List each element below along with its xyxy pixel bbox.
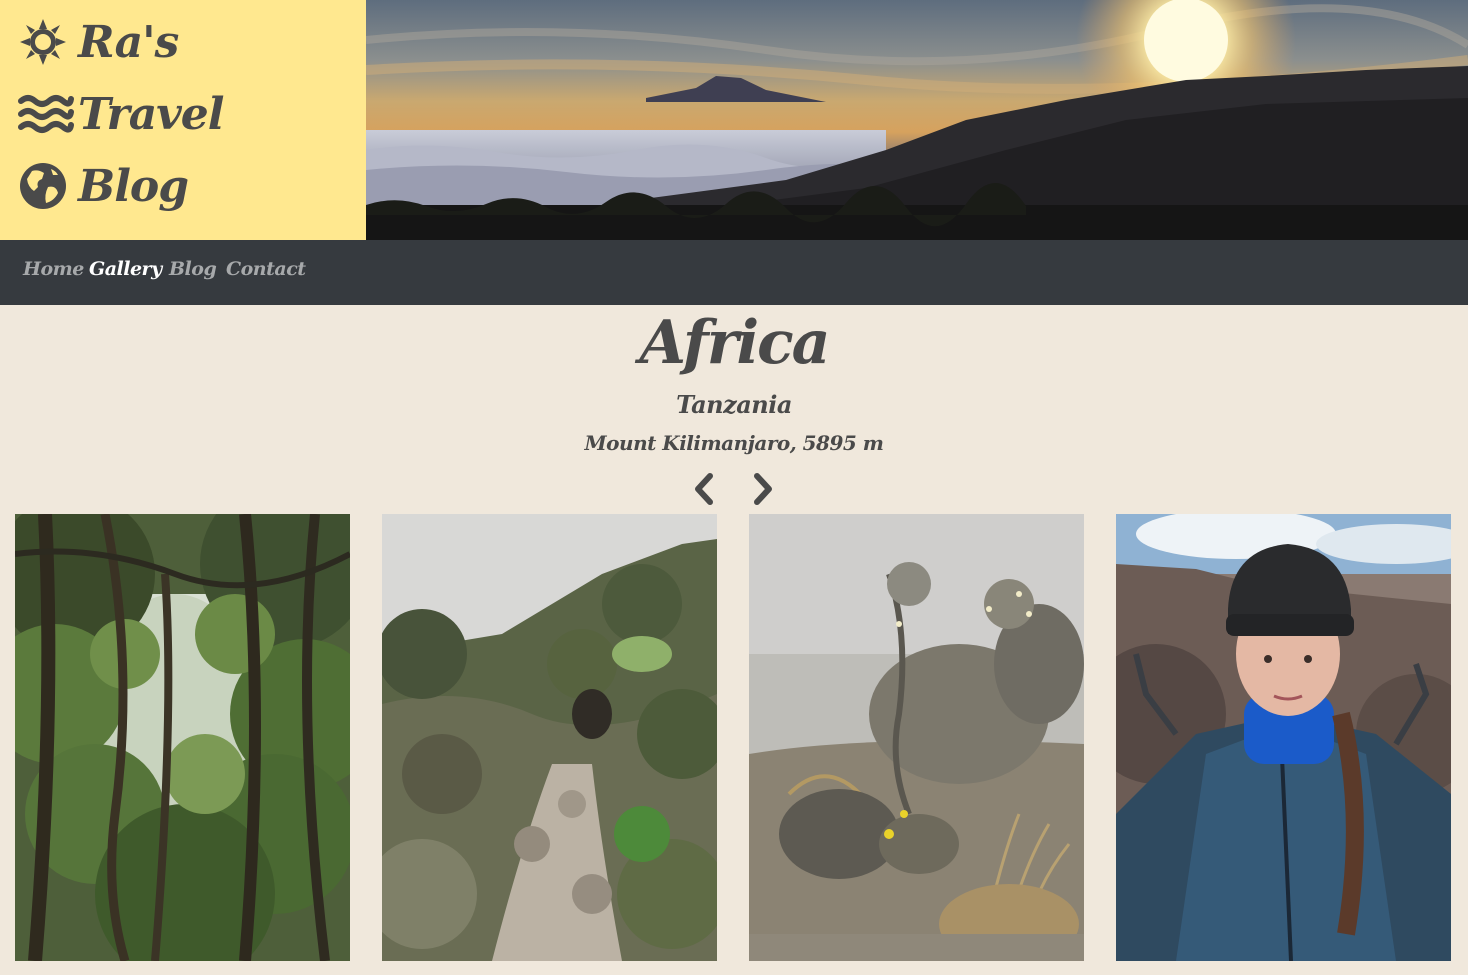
navbar: Home Gallery Blog Contact bbox=[0, 240, 1468, 305]
rainforest-photo[interactable] bbox=[15, 514, 350, 961]
brand-line-2-text: Travel bbox=[78, 88, 225, 140]
brand-line-blog: Blog bbox=[18, 154, 189, 218]
brand-line-travel: Travel bbox=[18, 82, 225, 146]
location-caption: Mount Kilimanjaro, 5895 m bbox=[584, 431, 884, 455]
nav-gallery[interactable]: Gallery bbox=[89, 258, 162, 280]
chevron-left-icon bbox=[695, 473, 713, 505]
globe-icon bbox=[18, 161, 68, 211]
misty-shrubs-photo[interactable] bbox=[749, 514, 1084, 961]
next-button[interactable] bbox=[749, 472, 777, 506]
nav-blog[interactable]: Blog bbox=[169, 258, 217, 280]
continent-title: Africa bbox=[639, 308, 830, 378]
hiker-selfie-photo[interactable] bbox=[1116, 514, 1451, 961]
brand-line-1-text: Ra's bbox=[78, 16, 179, 68]
nav-home[interactable]: Home bbox=[23, 258, 84, 280]
waves-icon bbox=[18, 89, 74, 139]
hero-image bbox=[366, 0, 1468, 240]
country-subtitle: Tanzania bbox=[676, 390, 792, 419]
brand-line-3-text: Blog bbox=[78, 160, 189, 212]
brand-panel[interactable]: Ra's Travel Blog bbox=[0, 0, 366, 240]
brand-line-ras: Ra's bbox=[18, 10, 179, 74]
nav-contact[interactable]: Contact bbox=[226, 258, 306, 280]
rocky-trail-photo[interactable] bbox=[382, 514, 717, 961]
chevron-right-icon bbox=[754, 473, 772, 505]
prev-button[interactable] bbox=[690, 472, 718, 506]
sun-icon bbox=[18, 17, 68, 67]
site-header: Ra's Travel Blog bbox=[0, 0, 1468, 240]
